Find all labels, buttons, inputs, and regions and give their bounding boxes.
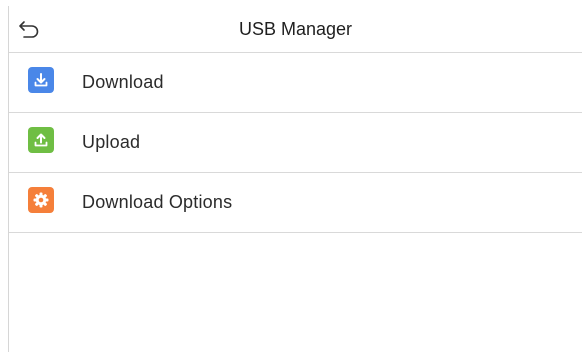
- usb-manager-screen: USB Manager Download Upload Download Opt…: [8, 6, 582, 352]
- menu-item-label: Upload: [82, 132, 141, 152]
- gear-icon: [28, 187, 54, 213]
- upload-icon: [28, 127, 54, 153]
- header-bar: USB Manager: [9, 6, 582, 53]
- download-icon: [28, 67, 54, 93]
- menu-item-label: Download Options: [82, 192, 233, 212]
- page-title: USB Manager: [238, 19, 353, 39]
- menu-item-download[interactable]: Download: [9, 53, 582, 113]
- menu-item-upload[interactable]: Upload: [9, 113, 582, 173]
- menu-item-download-options[interactable]: Download Options: [9, 173, 582, 233]
- menu-item-label: Download: [82, 72, 164, 92]
